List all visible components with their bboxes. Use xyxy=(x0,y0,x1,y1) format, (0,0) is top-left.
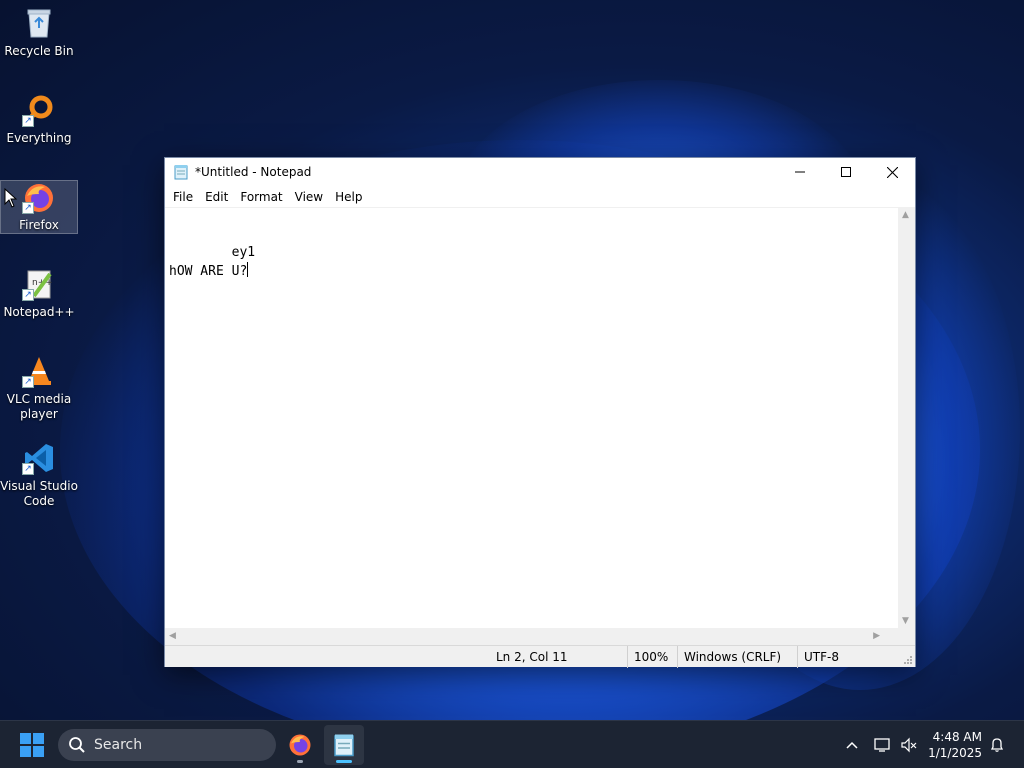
menu-help[interactable]: Help xyxy=(329,190,368,204)
close-button[interactable] xyxy=(869,158,915,186)
desktop-icon-label: Recycle Bin xyxy=(4,44,74,58)
firefox-icon xyxy=(289,734,311,756)
firefox-icon: ↗ xyxy=(22,181,56,214)
minimize-icon xyxy=(795,171,805,173)
notepad-app-icon xyxy=(334,734,354,757)
scroll-left-arrow-icon[interactable]: ◀ xyxy=(169,631,176,641)
windows-logo-icon xyxy=(20,733,31,744)
window-controls xyxy=(777,158,915,186)
notepad-app-icon xyxy=(174,165,188,180)
taskbar: Search 4:48 AM 1/1/2025 xyxy=(0,720,1024,768)
status-line-ending: Windows (CRLF) xyxy=(677,646,781,668)
vscode-icon: ↗ xyxy=(22,441,56,475)
everything-search-icon: ↗ xyxy=(22,93,56,127)
chevron-up-icon xyxy=(846,741,858,749)
start-button[interactable] xyxy=(20,733,44,757)
menu-file[interactable]: File xyxy=(167,190,199,204)
taskbar-notepad[interactable] xyxy=(324,725,364,765)
maximize-icon xyxy=(841,167,851,177)
desktop-icon-vscode[interactable]: ↗ Visual Studio Code xyxy=(0,441,78,513)
windows-logo-pane xyxy=(20,746,31,757)
desktop-icon-label: VLC media player xyxy=(6,392,72,421)
desktop-icon-label: Visual Studio Code xyxy=(0,479,78,508)
scroll-up-arrow-icon[interactable]: ▲ xyxy=(902,210,909,220)
search-icon xyxy=(69,737,85,753)
taskbar-search-box[interactable]: Search xyxy=(58,729,276,761)
volume-button[interactable] xyxy=(898,721,920,768)
close-icon xyxy=(886,166,898,178)
desktop-icon-label: Notepad++ xyxy=(3,305,75,319)
taskbar-clock[interactable]: 4:48 AM 1/1/2025 xyxy=(928,729,982,761)
network-icon xyxy=(874,738,890,752)
notepad-window: *Untitled - Notepad File Edit Format Vie… xyxy=(164,157,916,668)
scroll-right-arrow-icon[interactable]: ▶ xyxy=(873,631,880,641)
minimize-button[interactable] xyxy=(777,158,823,186)
window-title: *Untitled - Notepad xyxy=(195,165,312,179)
clock-time: 4:48 AM xyxy=(932,730,982,744)
vlc-cone-icon: ↗ xyxy=(22,354,56,388)
shortcut-arrow-icon: ↗ xyxy=(22,376,34,388)
desktop-icon-vlc[interactable]: ↗ VLC media player xyxy=(0,354,78,426)
windows-logo-pane xyxy=(33,746,44,757)
menu-edit[interactable]: Edit xyxy=(199,190,234,204)
bell-icon xyxy=(990,738,1004,752)
mouse-cursor-icon xyxy=(4,187,18,212)
clock-date: 1/1/2025 xyxy=(928,746,982,760)
maximize-button[interactable] xyxy=(823,158,869,186)
status-bar: Ln 2, Col 11 100% Windows (CRLF) UTF-8 xyxy=(165,645,915,668)
running-indicator xyxy=(297,760,303,763)
editor-line-2: hOW ARE U? xyxy=(169,262,896,280)
windows-logo-pane xyxy=(33,733,44,744)
desktop-icon-recycle-bin[interactable]: Recycle Bin xyxy=(0,6,78,66)
shortcut-arrow-icon: ↗ xyxy=(22,463,34,475)
horizontal-scrollbar[interactable]: ◀ ▶ xyxy=(165,628,900,645)
status-encoding: UTF-8 xyxy=(797,646,839,668)
active-indicator xyxy=(336,760,352,763)
network-button[interactable] xyxy=(872,721,894,768)
search-placeholder: Search xyxy=(94,737,143,753)
status-cursor-position: Ln 2, Col 11 xyxy=(496,650,568,664)
shortcut-arrow-icon: ↗ xyxy=(22,289,34,301)
desktop-icon-label: Everything xyxy=(6,131,72,145)
notifications-button[interactable] xyxy=(986,721,1008,768)
resize-grip-icon[interactable] xyxy=(903,655,913,665)
text-editor[interactable]: ey1 hOW ARE U? xyxy=(165,208,900,628)
editor-line-2-text: hOW ARE U? xyxy=(169,264,248,279)
menu-view[interactable]: View xyxy=(289,190,329,204)
scroll-down-arrow-icon[interactable]: ▼ xyxy=(902,616,909,626)
vertical-scrollbar[interactable]: ▲ ▼ xyxy=(898,208,915,628)
shortcut-arrow-icon: ↗ xyxy=(22,202,34,214)
scrollbar-corner xyxy=(898,628,915,645)
menu-bar: File Edit Format View Help xyxy=(165,186,915,208)
speaker-muted-icon xyxy=(901,737,917,753)
notepad-plus-plus-icon: n++ ↗ xyxy=(22,267,56,301)
title-bar[interactable]: *Untitled - Notepad xyxy=(165,158,915,186)
desktop-icon-notepad-plus-plus[interactable]: n++ ↗ Notepad++ xyxy=(0,267,78,327)
recycle-bin-icon xyxy=(22,6,56,40)
editor-line-1: ey1 xyxy=(169,245,256,260)
status-zoom: 100% xyxy=(627,646,668,668)
menu-format[interactable]: Format xyxy=(234,190,288,204)
show-hidden-icons-button[interactable] xyxy=(840,721,864,768)
text-caret xyxy=(247,262,249,277)
desktop-icon-label: Firefox xyxy=(19,218,59,232)
desktop-icon-everything[interactable]: ↗ Everything xyxy=(0,93,78,153)
shortcut-arrow-icon: ↗ xyxy=(22,115,34,127)
taskbar-firefox[interactable] xyxy=(280,725,320,765)
